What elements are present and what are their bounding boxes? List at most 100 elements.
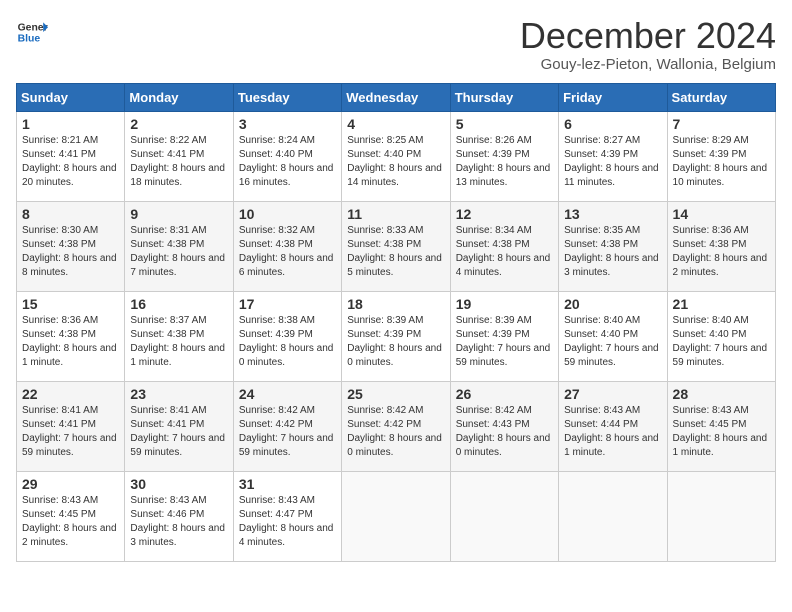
day-number: 21 (673, 296, 770, 312)
calendar-header-saturday: Saturday (667, 83, 775, 111)
day-number: 8 (22, 206, 119, 222)
day-info: Sunrise: 8:35 AMSunset: 4:38 PMDaylight:… (564, 225, 659, 278)
day-info: Sunrise: 8:31 AMSunset: 4:38 PMDaylight:… (130, 225, 225, 278)
table-row: 26 Sunrise: 8:42 AMSunset: 4:43 PMDaylig… (450, 381, 558, 471)
table-row: 25 Sunrise: 8:42 AMSunset: 4:42 PMDaylig… (342, 381, 450, 471)
table-row: 15 Sunrise: 8:36 AMSunset: 4:38 PMDaylig… (17, 291, 125, 381)
day-info: Sunrise: 8:36 AMSunset: 4:38 PMDaylight:… (22, 315, 117, 368)
day-info: Sunrise: 8:43 AMSunset: 4:46 PMDaylight:… (130, 495, 225, 548)
day-number: 10 (239, 206, 336, 222)
day-number: 5 (456, 116, 553, 132)
month-title: December 2024 (520, 16, 776, 56)
table-row: 10 Sunrise: 8:32 AMSunset: 4:38 PMDaylig… (233, 201, 341, 291)
table-row: 6 Sunrise: 8:27 AMSunset: 4:39 PMDayligh… (559, 111, 667, 201)
day-info: Sunrise: 8:39 AMSunset: 4:39 PMDaylight:… (347, 315, 442, 368)
table-row: 31 Sunrise: 8:43 AMSunset: 4:47 PMDaylig… (233, 471, 341, 561)
table-row (450, 471, 558, 561)
day-number: 23 (130, 386, 227, 402)
table-row (342, 471, 450, 561)
day-info: Sunrise: 8:37 AMSunset: 4:38 PMDaylight:… (130, 315, 225, 368)
table-row: 1 Sunrise: 8:21 AMSunset: 4:41 PMDayligh… (17, 111, 125, 201)
calendar-week-row: 8 Sunrise: 8:30 AMSunset: 4:38 PMDayligh… (17, 201, 776, 291)
day-number: 13 (564, 206, 661, 222)
day-info: Sunrise: 8:24 AMSunset: 4:40 PMDaylight:… (239, 135, 334, 188)
day-number: 9 (130, 206, 227, 222)
calendar-header-sunday: Sunday (17, 83, 125, 111)
table-row: 17 Sunrise: 8:38 AMSunset: 4:39 PMDaylig… (233, 291, 341, 381)
day-number: 6 (564, 116, 661, 132)
table-row: 16 Sunrise: 8:37 AMSunset: 4:38 PMDaylig… (125, 291, 233, 381)
day-number: 14 (673, 206, 770, 222)
table-row: 18 Sunrise: 8:39 AMSunset: 4:39 PMDaylig… (342, 291, 450, 381)
table-row: 14 Sunrise: 8:36 AMSunset: 4:38 PMDaylig… (667, 201, 775, 291)
table-row: 28 Sunrise: 8:43 AMSunset: 4:45 PMDaylig… (667, 381, 775, 471)
table-row (559, 471, 667, 561)
day-number: 4 (347, 116, 444, 132)
table-row: 21 Sunrise: 8:40 AMSunset: 4:40 PMDaylig… (667, 291, 775, 381)
day-info: Sunrise: 8:27 AMSunset: 4:39 PMDaylight:… (564, 135, 659, 188)
table-row: 23 Sunrise: 8:41 AMSunset: 4:41 PMDaylig… (125, 381, 233, 471)
table-row: 12 Sunrise: 8:34 AMSunset: 4:38 PMDaylig… (450, 201, 558, 291)
table-row: 2 Sunrise: 8:22 AMSunset: 4:41 PMDayligh… (125, 111, 233, 201)
table-row: 4 Sunrise: 8:25 AMSunset: 4:40 PMDayligh… (342, 111, 450, 201)
logo: General Blue (16, 16, 48, 48)
day-number: 18 (347, 296, 444, 312)
table-row (667, 471, 775, 561)
day-info: Sunrise: 8:30 AMSunset: 4:38 PMDaylight:… (22, 225, 117, 278)
day-number: 2 (130, 116, 227, 132)
day-number: 31 (239, 476, 336, 492)
table-row: 8 Sunrise: 8:30 AMSunset: 4:38 PMDayligh… (17, 201, 125, 291)
table-row: 30 Sunrise: 8:43 AMSunset: 4:46 PMDaylig… (125, 471, 233, 561)
calendar-week-row: 15 Sunrise: 8:36 AMSunset: 4:38 PMDaylig… (17, 291, 776, 381)
title-area: December 2024 Gouy-lez-Pieton, Wallonia,… (520, 16, 776, 73)
calendar-table: SundayMondayTuesdayWednesdayThursdayFrid… (16, 83, 776, 562)
day-number: 11 (347, 206, 444, 222)
day-info: Sunrise: 8:39 AMSunset: 4:39 PMDaylight:… (456, 315, 551, 368)
day-info: Sunrise: 8:26 AMSunset: 4:39 PMDaylight:… (456, 135, 551, 188)
day-info: Sunrise: 8:22 AMSunset: 4:41 PMDaylight:… (130, 135, 225, 188)
day-number: 27 (564, 386, 661, 402)
day-number: 1 (22, 116, 119, 132)
day-info: Sunrise: 8:41 AMSunset: 4:41 PMDaylight:… (22, 405, 117, 458)
table-row: 20 Sunrise: 8:40 AMSunset: 4:40 PMDaylig… (559, 291, 667, 381)
day-number: 17 (239, 296, 336, 312)
table-row: 24 Sunrise: 8:42 AMSunset: 4:42 PMDaylig… (233, 381, 341, 471)
calendar-header-wednesday: Wednesday (342, 83, 450, 111)
day-info: Sunrise: 8:21 AMSunset: 4:41 PMDaylight:… (22, 135, 117, 188)
day-info: Sunrise: 8:40 AMSunset: 4:40 PMDaylight:… (564, 315, 659, 368)
day-number: 30 (130, 476, 227, 492)
day-number: 25 (347, 386, 444, 402)
day-number: 28 (673, 386, 770, 402)
day-info: Sunrise: 8:43 AMSunset: 4:47 PMDaylight:… (239, 495, 334, 548)
table-row: 11 Sunrise: 8:33 AMSunset: 4:38 PMDaylig… (342, 201, 450, 291)
svg-text:Blue: Blue (18, 34, 41, 45)
table-row: 5 Sunrise: 8:26 AMSunset: 4:39 PMDayligh… (450, 111, 558, 201)
day-number: 7 (673, 116, 770, 132)
day-info: Sunrise: 8:42 AMSunset: 4:42 PMDaylight:… (347, 405, 442, 458)
calendar-week-row: 29 Sunrise: 8:43 AMSunset: 4:45 PMDaylig… (17, 471, 776, 561)
day-info: Sunrise: 8:36 AMSunset: 4:38 PMDaylight:… (673, 225, 768, 278)
day-info: Sunrise: 8:40 AMSunset: 4:40 PMDaylight:… (673, 315, 768, 368)
day-info: Sunrise: 8:38 AMSunset: 4:39 PMDaylight:… (239, 315, 334, 368)
table-row: 29 Sunrise: 8:43 AMSunset: 4:45 PMDaylig… (17, 471, 125, 561)
calendar-header-row: SundayMondayTuesdayWednesdayThursdayFrid… (17, 83, 776, 111)
calendar-week-row: 1 Sunrise: 8:21 AMSunset: 4:41 PMDayligh… (17, 111, 776, 201)
day-info: Sunrise: 8:34 AMSunset: 4:38 PMDaylight:… (456, 225, 551, 278)
calendar-body: 1 Sunrise: 8:21 AMSunset: 4:41 PMDayligh… (17, 111, 776, 561)
day-info: Sunrise: 8:33 AMSunset: 4:38 PMDaylight:… (347, 225, 442, 278)
day-number: 29 (22, 476, 119, 492)
day-number: 24 (239, 386, 336, 402)
day-number: 16 (130, 296, 227, 312)
table-row: 7 Sunrise: 8:29 AMSunset: 4:39 PMDayligh… (667, 111, 775, 201)
day-number: 22 (22, 386, 119, 402)
day-info: Sunrise: 8:43 AMSunset: 4:45 PMDaylight:… (673, 405, 768, 458)
calendar-header-tuesday: Tuesday (233, 83, 341, 111)
day-number: 12 (456, 206, 553, 222)
table-row: 3 Sunrise: 8:24 AMSunset: 4:40 PMDayligh… (233, 111, 341, 201)
day-info: Sunrise: 8:43 AMSunset: 4:45 PMDaylight:… (22, 495, 117, 548)
table-row: 13 Sunrise: 8:35 AMSunset: 4:38 PMDaylig… (559, 201, 667, 291)
table-row: 19 Sunrise: 8:39 AMSunset: 4:39 PMDaylig… (450, 291, 558, 381)
page-header: General Blue December 2024 Gouy-lez-Piet… (16, 16, 776, 73)
logo-icon: General Blue (16, 16, 48, 48)
day-info: Sunrise: 8:25 AMSunset: 4:40 PMDaylight:… (347, 135, 442, 188)
